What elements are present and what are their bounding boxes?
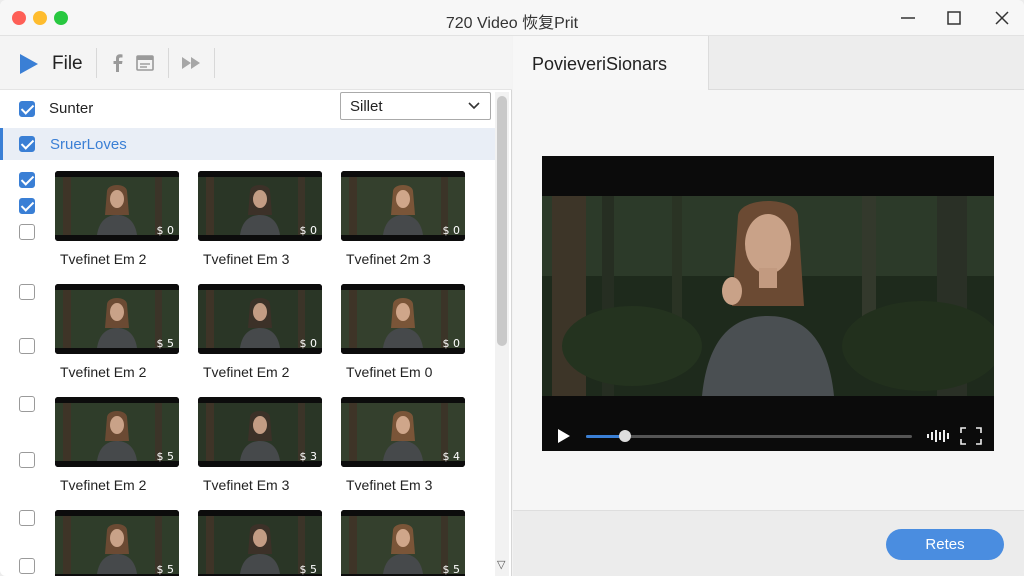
minimize-icon[interactable]: [896, 6, 920, 30]
thumbnail-duration-badge: $ 5: [299, 563, 318, 576]
thumbnail-duration-badge: $ 0: [156, 224, 175, 237]
thumbnail-label: Tvefinet 2m 3: [346, 251, 431, 267]
thumbnail-label: Tvefinet Em 0: [346, 364, 433, 380]
seek-bar[interactable]: [586, 435, 912, 438]
sorter-label: Sunter: [49, 100, 94, 117]
video-thumbnail[interactable]: $ 0: [198, 171, 322, 241]
tab-preview-label: PovieveriSionars: [532, 54, 668, 74]
item-checkbox[interactable]: [19, 224, 35, 240]
item-checkbox[interactable]: [19, 338, 35, 354]
item-checkbox[interactable]: [19, 396, 35, 412]
thumbnail-duration-badge: $ 0: [299, 224, 318, 237]
file-menu[interactable]: File: [52, 53, 83, 75]
video-thumbnail[interactable]: $ 0: [341, 284, 465, 354]
toolbar-divider: [96, 48, 97, 78]
thumbnail-label: Tvefinet Em 3: [346, 477, 433, 493]
fullscreen-icon[interactable]: [960, 427, 982, 450]
video-thumbnail[interactable]: $ 0: [198, 284, 322, 354]
thumbnail-duration-badge: $ 3: [299, 450, 318, 463]
video-thumbnail[interactable]: $ 5: [341, 510, 465, 576]
fast-forward-icon[interactable]: [180, 53, 204, 78]
thumbnail-label: Tvefinet Em 2: [60, 477, 147, 493]
video-thumbnail[interactable]: $ 5: [55, 510, 179, 576]
seek-bar-handle[interactable]: [619, 430, 631, 442]
scrollbar-thumb[interactable]: [497, 96, 507, 346]
item-checkbox[interactable]: [19, 172, 35, 188]
filter-dropdown[interactable]: Sillet: [340, 92, 491, 120]
play-icon[interactable]: [557, 429, 571, 448]
sorter-checkbox[interactable]: [19, 101, 35, 117]
app-window: 720 Video 恢复Prit File Sunter Sillet Srue…: [0, 0, 1024, 576]
thumbnail-label: Tvefinet Em 2: [203, 364, 290, 380]
video-thumbnail[interactable]: $ 5: [198, 510, 322, 576]
chevron-down-icon: [467, 99, 481, 118]
thumbnail-duration-badge: $ 5: [156, 450, 175, 463]
video-thumbnail[interactable]: $ 5: [55, 284, 179, 354]
film-icon[interactable]: [135, 53, 155, 78]
title-bar: 720 Video 恢复Prit: [0, 0, 1024, 36]
volume-icon[interactable]: [926, 428, 950, 449]
video-thumbnail[interactable]: $ 0: [341, 171, 465, 241]
item-checkbox[interactable]: [19, 284, 35, 300]
group-label: SruerLoves: [50, 136, 127, 153]
thumbnail-label: Tvefinet Em 2: [60, 364, 147, 380]
close-icon[interactable]: [990, 6, 1014, 30]
thumbnail-duration-badge: $ 5: [442, 563, 461, 576]
facebook-icon[interactable]: [110, 53, 124, 78]
thumbnail-duration-badge: $ 0: [442, 337, 461, 350]
tab-preview[interactable]: PovieveriSionars: [513, 36, 709, 90]
thumbnail-label: Tvefinet Em 2: [60, 251, 147, 267]
item-checkbox[interactable]: [19, 558, 35, 574]
toolbar-divider: [214, 48, 215, 78]
video-thumbnail[interactable]: $ 0: [55, 171, 179, 241]
tab-strip: [709, 36, 1024, 90]
thumbnail-duration-badge: $ 4: [442, 450, 461, 463]
thumbnail-duration-badge: $ 5: [156, 563, 175, 576]
scroll-down-arrow-icon[interactable]: ▽: [497, 558, 505, 571]
item-checkbox[interactable]: [19, 452, 35, 468]
thumbnail-label: Tvefinet Em 3: [203, 477, 290, 493]
filter-dropdown-value: Sillet: [350, 98, 383, 115]
thumbnail-duration-badge: $ 0: [442, 224, 461, 237]
toolbar: File: [0, 36, 512, 90]
maximize-icon[interactable]: [942, 6, 966, 30]
thumbnail-duration-badge: $ 5: [156, 337, 175, 350]
item-checkbox[interactable]: [19, 510, 35, 526]
item-checkbox[interactable]: [19, 198, 35, 214]
video-thumbnail[interactable]: $ 3: [198, 397, 322, 467]
group-checkbox[interactable]: [19, 136, 35, 152]
primary-action-button[interactable]: Retes: [886, 529, 1004, 560]
thumbnail-duration-badge: $ 0: [299, 337, 318, 350]
video-thumbnail[interactable]: $ 4: [341, 397, 465, 467]
thumbnail-label: Tvefinet Em 3: [203, 251, 290, 267]
toolbar-divider: [168, 48, 169, 78]
group-row[interactable]: SruerLoves: [0, 128, 495, 160]
video-thumbnail[interactable]: $ 5: [55, 397, 179, 467]
video-player[interactable]: [542, 156, 1002, 451]
play-icon[interactable]: [18, 53, 40, 80]
window-title: 720 Video 恢复Prit: [445, 15, 579, 32]
